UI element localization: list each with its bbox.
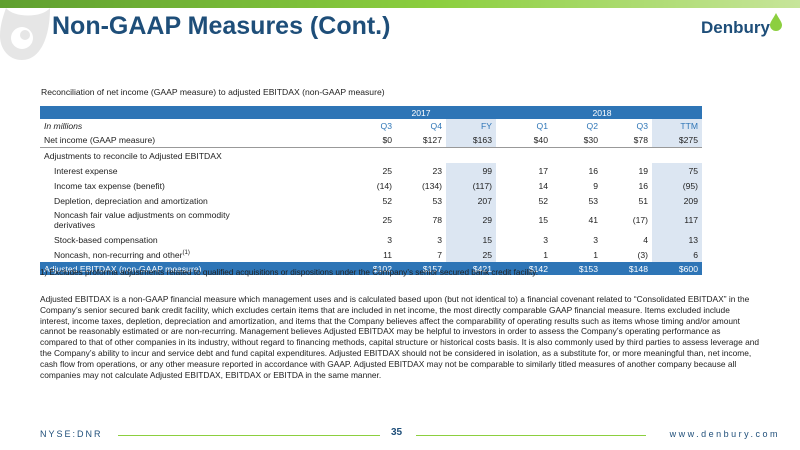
row-label: Noncash fair value adjustments on commod… [40, 208, 346, 232]
table-cell: $153 [552, 262, 602, 275]
table-cell: 19 [638, 165, 648, 176]
table-cell: $148 [602, 262, 652, 275]
table-cell: 15 [446, 232, 496, 247]
table-row: Income tax expense (benefit) (14) (134) … [40, 178, 702, 193]
table-cell: 1 [593, 249, 598, 260]
footer-divider-right [416, 435, 646, 436]
table-cell: 207 [446, 193, 496, 208]
adjustments-label-row: Adjustments to reconcile to Adjusted EBI… [40, 148, 702, 164]
net-income-row: Net income (GAAP measure) $0 $127 $163 $… [40, 132, 702, 148]
company-logo: Denbury [701, 18, 770, 37]
page-number: 35 [391, 427, 403, 438]
table-cell: (117) [446, 178, 496, 193]
units-label: In millions [44, 120, 83, 131]
table-cell: 25 [446, 247, 496, 262]
row-label: Interest expense [54, 165, 118, 176]
table-cell: 78 [432, 215, 442, 225]
top-accent-bar [0, 0, 800, 8]
table-cell: $600 [652, 262, 702, 275]
row-label: Net income (GAAP measure) [40, 132, 346, 148]
water-drop-icon [0, 8, 50, 60]
table-row: Interest expense 25 23 99 17 16 19 75 [40, 163, 702, 178]
table-cell: 52 [382, 195, 392, 206]
table-cell: (95) [652, 178, 702, 193]
table-cell: 23 [432, 165, 442, 176]
table-cell: 11 [383, 249, 392, 260]
table-year-header-row: 2017 2018 [40, 106, 702, 119]
table-cell: 117 [652, 208, 702, 232]
table-cell: 3 [437, 234, 442, 245]
table-cell: $127 [396, 132, 446, 148]
table-cell: 17 [538, 165, 548, 176]
table-cell: 4 [643, 234, 648, 245]
footer-website-link[interactable]: www.denbury.com [670, 429, 780, 439]
table-cell: 16 [638, 180, 648, 191]
table-cell: $275 [652, 132, 702, 148]
page-title: Non-GAAP Measures (Cont.) [52, 12, 391, 40]
footer-ticker: NYSE:DNR [40, 429, 103, 439]
table-cell: 53 [588, 195, 598, 206]
period-header: Q2 [586, 120, 598, 131]
table-cell: (17) [632, 215, 648, 225]
table-cell: 75 [652, 163, 702, 178]
table-cell: 9 [593, 180, 598, 191]
table-cell: 6 [652, 247, 702, 262]
footer-divider-left [118, 435, 380, 436]
table-cell: 52 [538, 195, 548, 206]
table-cell: $30 [552, 132, 602, 148]
table-cell: 53 [432, 195, 442, 206]
year-header-2017: 2017 [346, 106, 496, 119]
reconciliation-table: 2017 2018 In millions Q3 Q4 FY Q1 Q2 Q3 … [40, 106, 702, 275]
table-period-header-row: In millions Q3 Q4 FY Q1 Q2 Q3 TTM [40, 119, 702, 132]
period-header: Q1 [536, 120, 548, 131]
period-header: Q3 [636, 120, 648, 131]
table-cell: 3 [593, 234, 598, 245]
table-cell: $78 [602, 132, 652, 148]
table-row: Noncash, non-recurring and other(1) 11 7… [40, 247, 702, 262]
logo-drop-icon [770, 13, 782, 31]
table-cell: 25 [382, 215, 392, 225]
table-cell: 15 [538, 215, 548, 225]
table-row: Stock-based compensation 3 3 15 3 3 4 13 [40, 232, 702, 247]
row-label-line1: Noncash fair value adjustments on commod… [54, 210, 230, 220]
table-cell: $163 [446, 132, 496, 148]
table-footnote: 1) Excludes proforma adjustments related… [40, 268, 539, 277]
table-cell: $0 [346, 132, 396, 148]
table-cell: 1 [543, 249, 548, 260]
table-cell: 41 [588, 215, 598, 225]
table-cell: 7 [437, 249, 442, 260]
table-cell: 14 [538, 180, 548, 191]
table-cell: 99 [446, 163, 496, 178]
row-label-text: Noncash, non-recurring and other [54, 249, 183, 260]
row-label: Income tax expense (benefit) [54, 180, 165, 191]
table-cell: 16 [588, 165, 598, 176]
table-cell: (3) [637, 249, 648, 260]
row-label: Depletion, depreciation and amortization [54, 195, 208, 206]
row-label: Noncash, non-recurring and other(1) [40, 247, 346, 262]
table-cell: 3 [387, 234, 392, 245]
period-header: Q4 [430, 120, 442, 131]
table-row: Depletion, depreciation and amortization… [40, 193, 702, 208]
table-cell: 25 [382, 165, 392, 176]
explanatory-paragraph: Adjusted EBITDAX is a non-GAAP financial… [40, 294, 760, 380]
table-row: Noncash fair value adjustments on commod… [40, 208, 702, 232]
table-cell: (134) [421, 180, 442, 191]
table-cell: (14) [376, 180, 392, 191]
footnote-marker: (1) [182, 249, 190, 256]
period-header: FY [446, 119, 496, 132]
table-cell: 13 [652, 232, 702, 247]
row-label-line2: derivatives [54, 220, 96, 230]
table-title: Reconciliation of net income (GAAP measu… [41, 87, 385, 97]
adjustments-label: Adjustments to reconcile to Adjusted EBI… [44, 150, 222, 161]
period-header: Q3 [380, 120, 392, 131]
row-label: Stock-based compensation [54, 234, 158, 245]
table-cell: $40 [502, 132, 552, 148]
table-cell: 29 [446, 208, 496, 232]
period-header: TTM [652, 119, 702, 132]
year-header-2018: 2018 [502, 106, 702, 119]
table-cell: 3 [543, 234, 548, 245]
table-cell: 51 [638, 195, 648, 206]
table-cell: 209 [652, 193, 702, 208]
